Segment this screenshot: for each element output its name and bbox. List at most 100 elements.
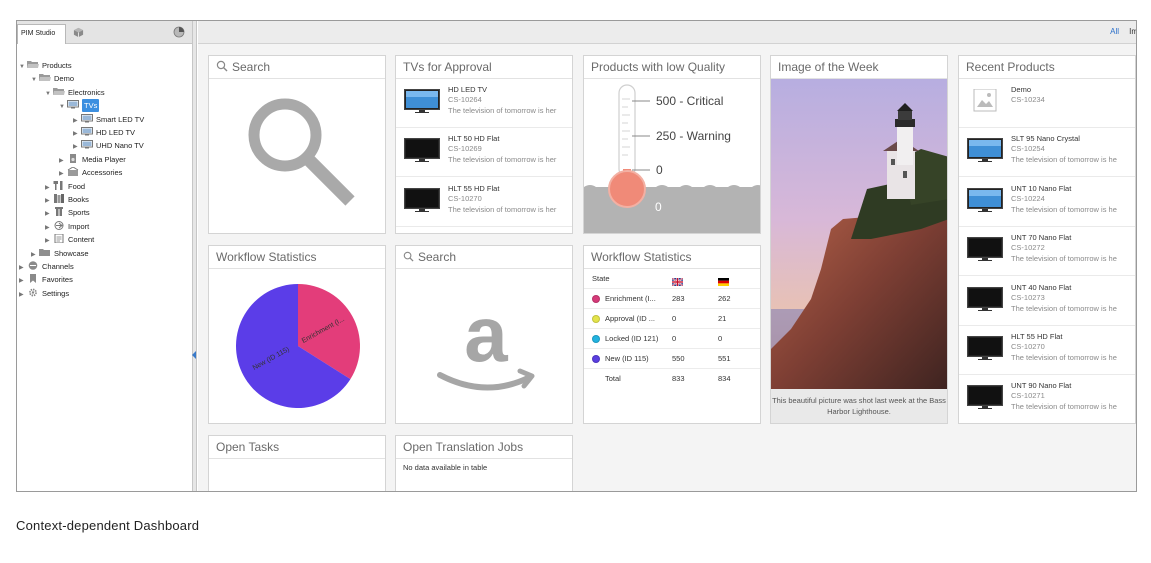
list-item[interactable]: SLT 95 Nano Crystal CS-10254 The televisio… [959,128,1135,178]
widget-title: Open Translation Jobs [396,436,572,459]
tree-item-label: Products [42,61,72,70]
expanded-arrow-icon[interactable]: ▼ [59,101,67,114]
books-icon [53,194,65,203]
tree-item-label: Favorites [42,275,73,285]
product-name: HD LED TV [448,85,488,94]
list-item[interactable]: HLT 55 HD Flat CS-10270 The television of … [396,178,572,227]
tree-item-books[interactable]: ▶ Books [45,193,89,206]
lighthouse-photo[interactable] [771,79,948,391]
expanded-arrow-icon[interactable]: ▼ [31,74,39,87]
tree-item-demo[interactable]: ▼ Demo [31,72,74,85]
folder-open-icon [27,60,39,69]
workflow-table: State Enrichment (I... 283 262 Approval (ID… [584,269,760,423]
search-widget: Search [208,55,386,234]
tv-icon [404,187,440,212]
table-row[interactable]: Approval (ID ... 0 21 [584,309,760,329]
tree-item-sports[interactable]: ▶ Sports [45,206,90,219]
product-description: The television of tomorrow is he [1011,353,1117,362]
tree-item-label: Showcase [54,248,89,258]
search-magnifier-icon[interactable] [239,93,359,213]
row-value-en: 550 [672,354,685,363]
content-icon [53,233,65,244]
all-link[interactable]: All [1110,27,1119,36]
amazon-logo-icon[interactable]: a [436,299,536,399]
tree-item-import[interactable]: ▶ Import [45,220,89,233]
tv-icon [81,113,93,123]
tree-item-label: HD LED TV [96,128,136,137]
row-value-de: 21 [718,314,727,323]
list-item[interactable]: HLT 50 HD Flat CS-10269 The television of … [396,128,572,178]
folder-open-icon [53,87,65,96]
workflow-table-widget: Workflow Statistics State Enrichment (I.… [583,245,761,424]
tree-item-channels[interactable]: ▶ Channels [19,260,74,273]
panel-splitter[interactable] [193,21,197,491]
product-name: UNT 90 Nano Flat [1011,381,1072,391]
state-column-header: State [592,274,610,283]
tree-item-accessories[interactable]: ▶ Accessories [59,166,122,179]
table-row[interactable]: Locked (ID 121) 0 0 [584,329,760,349]
tree-item-favorites[interactable]: ▶ Favorites [19,273,73,286]
row-value-en: 283 [672,294,685,303]
list-item[interactable]: Demo CS-10234 [959,79,1135,128]
product-id: CS-10270 [448,193,482,203]
row-value-de: 551 [718,354,731,363]
tree-item-electronics[interactable]: ▼ Electronics [45,86,105,99]
tree-item-uhd-nano-tv[interactable]: ▶ UHD Nano TV [73,139,144,152]
tv-icon [967,385,1003,410]
status-dot-icon [592,295,600,303]
list-item[interactable]: UNT 10 Nano Flat CS-10224 The television o… [959,178,1135,227]
tree-item-settings[interactable]: ▶ Settings [19,287,69,300]
tv-icon [404,89,440,113]
tree-item-label: Electronics [68,87,105,97]
tree-item-label: UHD Nano TV [96,141,144,151]
tree-item-label: Channels [42,262,74,271]
widget-title: Search [209,56,385,79]
cube-icon[interactable] [73,27,84,38]
product-name: UNT 10 Nano Flat [1011,183,1072,193]
recent-products-list: Demo CS-10234 SLT 95 Nano Crystal CS-10254 T… [959,79,1135,423]
table-row[interactable]: Enrichment (I... 283 262 [584,289,760,309]
row-value-en: 0 [672,314,677,323]
expanded-arrow-icon[interactable]: ▼ [45,88,53,101]
left-panel: PIM Studio ▼ Products ▼ Demo ▼ Electronics ▼ TV… [17,21,193,491]
tree-item-tvs[interactable]: ▼ TVs [59,99,100,114]
expanded-arrow-icon[interactable]: ▼ [19,61,27,74]
product-name: HLT 55 HD Flat [448,183,500,193]
list-item[interactable]: UNT 40 Nano Flat CS-10273 The television o… [959,277,1135,326]
collapsed-arrow-icon[interactable]: ▶ [19,289,27,302]
product-id: CS-10254 [1011,144,1045,154]
tab-pim-studio[interactable]: PIM Studio [17,24,66,44]
list-item[interactable]: HD LED TV CS-10264 The television of tomor… [396,79,572,128]
product-description: The television of tomorrow is he [1011,204,1117,214]
tree-item-hd-led-tv[interactable]: ▶ HD LED TV [73,126,135,139]
pie-chart-icon[interactable] [173,26,185,38]
tree-item-food[interactable]: ▶ Food [45,180,85,193]
total-value-en: 833 [672,374,685,383]
widget-title: Workflow Statistics [584,246,760,269]
list-item[interactable]: UNT 90 Nano Flat CS-10271 The television o… [959,375,1135,423]
folder-icon [39,248,51,257]
tree-item-products[interactable]: ▼ Products [19,59,72,72]
table-row[interactable]: New (ID 115) 550 551 [584,349,760,369]
tree-item-smart-led-tv[interactable]: ▶ Smart LED TV [73,113,144,126]
widget-title: Image of the Week [771,56,947,79]
collapse-arrow-icon[interactable] [192,351,196,359]
tree-item-media-player[interactable]: ▶ Media Player [59,153,126,166]
product-name: SLT 95 Nano Crystal [1011,134,1080,144]
image-caption: This beautiful picture was shot last wee… [771,389,947,423]
status-dot-icon [592,355,600,363]
tree-item-showcase[interactable]: ▶ Showcase [31,247,89,260]
uk-flag-icon [671,274,684,287]
total-value-de: 834 [718,374,731,383]
tv-icon [967,286,1003,311]
list-item[interactable]: HLT 55 HD Flat CS-10270 The television of … [959,326,1135,375]
status-dot-icon [592,315,600,323]
im-link[interactable]: Im [1129,27,1136,36]
tree-item-content[interactable]: ▶ Content [45,233,94,246]
table-header-row: State [584,269,760,289]
warning-label: 250 - Warning [656,129,731,143]
product-description: The television of tomorrow is he [1011,254,1117,264]
product-description: The television of tomorrow is her [448,106,557,115]
list-item[interactable]: UNT 70 Nano Flat CS-10272 The television o… [959,227,1135,277]
widget-title: Products with low Quality [584,56,760,79]
